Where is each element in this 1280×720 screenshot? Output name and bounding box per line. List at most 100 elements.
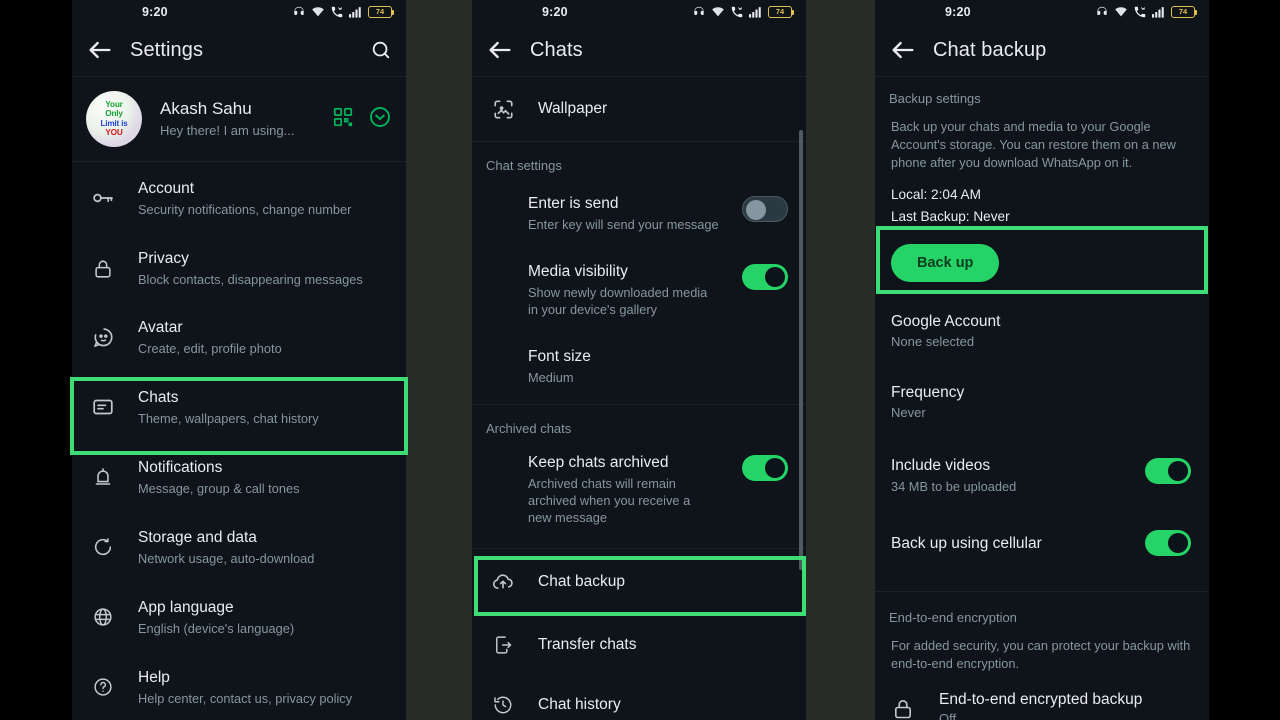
- sidebar-item-avatar[interactable]: Avatar Create, edit, profile photo: [72, 303, 406, 372]
- item-title: Storage and data: [138, 528, 257, 546]
- setting-font-size[interactable]: Font size Medium: [472, 332, 806, 404]
- section-backup-settings: Backup settings: [875, 77, 1209, 112]
- last-backup-time: Last Backup: Never: [891, 209, 1010, 224]
- setting-subtitle: Archived chats will remain archived when…: [528, 476, 691, 525]
- cloud-backup-icon: [486, 569, 520, 595]
- chats-app-bar: Chats: [472, 24, 806, 76]
- row-title: Back up using cellular: [891, 534, 1042, 552]
- chats-item-chat-history[interactable]: Chat history: [472, 675, 806, 720]
- arrow-back-icon[interactable]: [889, 36, 917, 64]
- lock-icon: [891, 697, 921, 720]
- storage-icon: [86, 534, 120, 560]
- avatar-icon: [86, 325, 120, 351]
- back-up-button[interactable]: Back up: [891, 244, 1000, 282]
- lock-icon: [86, 256, 120, 282]
- row-title: End-to-end encrypted backup: [939, 691, 1143, 708]
- item-subtitle: Block contacts, disappearing messages: [138, 272, 363, 287]
- item-title: Transfer chats: [538, 636, 637, 653]
- status-icons: 74: [692, 5, 795, 19]
- panel-gap-left: [406, 0, 472, 720]
- chats-item-wallpaper[interactable]: Wallpaper: [472, 77, 806, 141]
- backup-toggle-include-videos[interactable]: Include videos 34 MB to be uploaded: [875, 435, 1209, 510]
- search-icon[interactable]: [370, 39, 392, 61]
- chats-item-chat-backup[interactable]: Chat backup: [472, 549, 806, 615]
- backup-info: Local: 2:04 AM Last Backup: Never: [875, 172, 1209, 228]
- item-title: Chat backup: [538, 573, 626, 590]
- keep-chats-archived-toggle[interactable]: [742, 455, 788, 481]
- profile-row[interactable]: Your Only Limit is YOU Akash Sahu Hey th…: [72, 77, 406, 161]
- sidebar-item-help[interactable]: Help Help center, contact us, privacy po…: [72, 652, 406, 720]
- section-end-to-end-encryption: End-to-end encryption: [875, 592, 1209, 633]
- headphones-icon: [294, 6, 304, 15]
- sidebar-item-storage-and-data[interactable]: Storage and data Network usage, auto-dow…: [72, 512, 406, 582]
- setting-enter-is-send[interactable]: Enter is send Enter key will send your m…: [472, 179, 806, 247]
- screenshot-stage: 9:20 74 Settings Your Only Limit is YOU …: [0, 0, 1280, 720]
- enter-is-send-toggle[interactable]: [742, 196, 788, 222]
- transfer-icon: [486, 632, 520, 658]
- setting-keep-chats-archived[interactable]: Keep chats archived Archived chats will …: [472, 442, 806, 540]
- row-title: Google Account: [891, 313, 1001, 330]
- e2e-description: For added security, you can protect your…: [875, 633, 1209, 673]
- sidebar-item-app-language[interactable]: App language English (device's language): [72, 582, 406, 652]
- battery-percent: 74: [1178, 7, 1188, 17]
- chats-screen: 9:20 74 Chats Wallpaper Chat settings En…: [472, 0, 806, 720]
- setting-subtitle: Show newly downloaded media in your devi…: [528, 285, 708, 317]
- chats-scrollbar[interactable]: [799, 130, 803, 570]
- bell-icon: [86, 464, 120, 490]
- item-subtitle: English (device's language): [138, 620, 295, 636]
- signal-icon: [1152, 7, 1164, 18]
- chat-backup-screen: 9:20 74 Chat backup Backup settings Back…: [875, 0, 1209, 720]
- status-icons: 74: [292, 5, 395, 19]
- item-subtitle: Theme, wallpapers, chat history: [138, 410, 319, 426]
- key-icon: [86, 185, 120, 211]
- setting-subtitle: Enter key will send your message: [528, 217, 719, 232]
- status-bar-settings: 9:20 74: [72, 0, 406, 24]
- setting-media-visibility[interactable]: Media visibility Show newly downloaded m…: [472, 247, 806, 332]
- avatar-line-2: Only: [105, 109, 123, 119]
- sidebar-item-privacy[interactable]: Privacy Block contacts, disappearing mes…: [72, 234, 406, 303]
- setting-title: Media visibility: [528, 263, 628, 280]
- missed-call-icon: [1134, 6, 1146, 18]
- chats-item-transfer-chats[interactable]: Transfer chats: [472, 615, 806, 675]
- back-up-using-cellular-toggle[interactable]: [1145, 530, 1191, 556]
- sidebar-item-chats[interactable]: Chats Theme, wallpapers, chat history: [72, 372, 406, 442]
- backup-row-frequency[interactable]: Frequency Never: [875, 364, 1209, 435]
- status-bar-backup: 9:20 74: [875, 0, 1209, 24]
- item-subtitle: Create, edit, profile photo: [138, 341, 282, 356]
- item-subtitle: Help center, contact us, privacy policy: [138, 690, 353, 706]
- missed-call-icon: [731, 6, 743, 18]
- wallpaper-icon: [486, 96, 520, 122]
- media-visibility-toggle[interactable]: [742, 264, 788, 290]
- profile-name: Akash Sahu: [160, 99, 252, 118]
- arrow-back-icon[interactable]: [486, 36, 514, 64]
- sidebar-item-notifications[interactable]: Notifications Message, group & call tone…: [72, 442, 406, 512]
- arrow-back-icon[interactable]: [86, 36, 114, 64]
- wifi-icon: [312, 7, 324, 17]
- battery-icon: 74: [768, 6, 795, 18]
- local-backup-time: Local: 2:04 AM: [891, 187, 981, 202]
- backup-row-google-account[interactable]: Google Account None selected: [875, 298, 1209, 364]
- sidebar-item-account[interactable]: Account Security notifications, change n…: [72, 162, 406, 234]
- chevron-down-circle-icon[interactable]: [368, 105, 392, 134]
- status-time: 9:20: [945, 5, 971, 19]
- row-title: Include videos: [891, 457, 991, 474]
- avatar-line-4: YOU: [105, 127, 123, 137]
- setting-title: Keep chats archived: [528, 454, 669, 471]
- item-title: App language: [138, 598, 234, 616]
- profile-status: Hey there! I am using...: [160, 123, 295, 138]
- setting-title: Enter is send: [528, 195, 619, 212]
- headphones-icon: [694, 6, 704, 15]
- avatar[interactable]: Your Only Limit is YOU: [86, 91, 142, 147]
- backup-toggle-cellular[interactable]: Back up using cellular: [875, 510, 1209, 571]
- page-title: Chat backup: [933, 38, 1047, 61]
- status-time: 9:20: [142, 5, 168, 19]
- e2e-encrypted-backup-row[interactable]: End-to-end encrypted backup Off: [875, 673, 1209, 720]
- include-videos-toggle[interactable]: [1145, 458, 1191, 484]
- history-icon: [486, 692, 520, 718]
- signal-icon: [749, 7, 761, 18]
- item-subtitle: Message, group & call tones: [138, 480, 300, 496]
- qr-code-icon[interactable]: [332, 106, 354, 133]
- item-title: Chat history: [538, 696, 621, 713]
- item-title: Chats: [138, 388, 179, 406]
- item-title: Notifications: [138, 458, 223, 476]
